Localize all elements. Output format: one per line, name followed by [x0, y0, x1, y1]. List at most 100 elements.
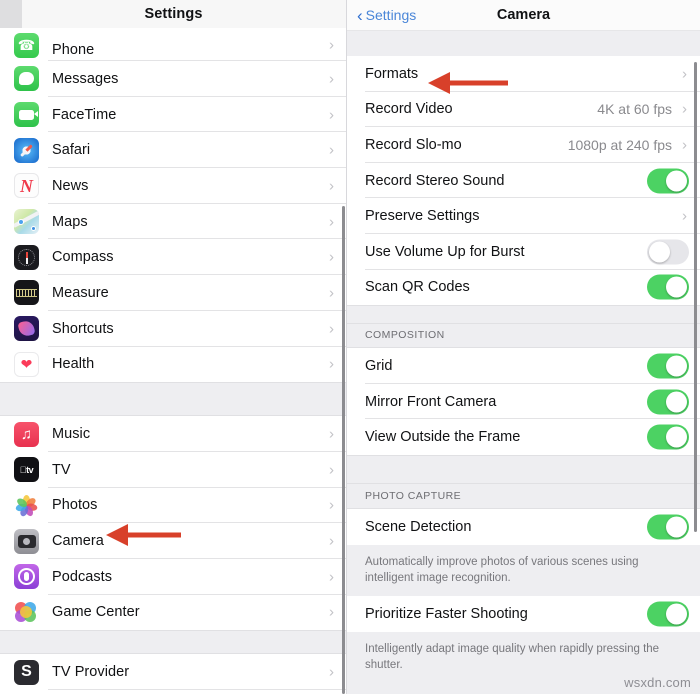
sidebar-item-label: Safari: [52, 142, 91, 159]
chevron-right-icon: ›: [329, 106, 334, 124]
chevron-right-icon: ›: [329, 320, 334, 338]
row-label: Record Video: [365, 101, 453, 118]
news-app-icon: N: [14, 173, 39, 199]
compass-app-icon: [14, 244, 39, 270]
left-panel-header: Settings: [0, 0, 347, 28]
top-spacer: [347, 31, 700, 56]
settings-row-formats[interactable]: Formats ›: [347, 56, 700, 92]
sidebar-item-label: Game Center: [52, 604, 140, 621]
maps-app-icon: [14, 209, 39, 235]
sidebar-item-label: Health: [52, 356, 95, 373]
section-header-composition: COMPOSITION: [347, 324, 700, 349]
sidebar-group-separator: [0, 382, 347, 417]
prioritize-faster-shooting-toggle[interactable]: [647, 601, 689, 627]
settings-row-preserve-settings[interactable]: Preserve Settings ›: [347, 198, 700, 234]
settings-row-prioritize-faster-shooting[interactable]: Prioritize Faster Shooting: [347, 596, 700, 632]
shortcuts-app-icon: [14, 316, 39, 342]
sidebar-item-news[interactable]: N News ›: [0, 168, 347, 204]
measure-app-icon: [14, 280, 39, 306]
sidebar-item-label: Measure: [52, 284, 109, 301]
watermark: wsxdn.com: [624, 675, 691, 690]
chevron-right-icon: ›: [682, 65, 687, 83]
sidebar-item-label: TV Provider: [52, 664, 130, 681]
sidebar-item-measure[interactable]: Measure ›: [0, 275, 347, 311]
right-panel-scrollbar[interactable]: [694, 62, 697, 532]
sidebar-item-compass[interactable]: Compass ›: [0, 239, 347, 276]
section-gap: [347, 454, 700, 484]
left-panel-scrollbar[interactable]: [342, 206, 345, 694]
chevron-right-icon: ›: [329, 532, 334, 550]
view-outside-the-frame-toggle[interactable]: [647, 424, 689, 450]
row-label: Grid: [365, 357, 393, 374]
chevron-right-icon: ›: [329, 248, 334, 266]
sidebar-item-facetime[interactable]: FaceTime ›: [0, 96, 347, 133]
sidebar-item-label: News: [52, 177, 89, 194]
sidebar-item-label: Music: [52, 426, 91, 443]
chevron-right-icon: ›: [329, 141, 334, 159]
scan-qr-codes-toggle[interactable]: [647, 274, 689, 300]
chevron-left-icon: ‹: [357, 5, 363, 25]
left-panel-scroll-area[interactable]: ☎ Phone › Messages › FaceTime › Safari ›…: [0, 28, 347, 694]
sidebar-item-camera[interactable]: Camera ›: [0, 523, 347, 559]
camera-app-icon: [14, 528, 39, 554]
phone-app-icon: ☎: [14, 33, 39, 58]
sidebar-item-tv-provider[interactable]: S TV Provider ›: [0, 654, 347, 690]
right-panel-scroll-area[interactable]: Formats › Record Video 4K at 60 fps › Re…: [347, 31, 700, 694]
tv-provider-app-icon: S: [14, 659, 39, 685]
chevron-right-icon: ›: [329, 355, 334, 373]
sidebar-item-maps[interactable]: Maps ›: [0, 203, 347, 240]
row-label: Scan QR Codes: [365, 279, 470, 296]
row-label: Record Stereo Sound: [365, 172, 505, 189]
settings-row-use-volume-up-for-burst[interactable]: Use Volume Up for Burst: [347, 233, 700, 270]
row-label: Prioritize Faster Shooting: [365, 605, 528, 622]
chevron-right-icon: ›: [329, 496, 334, 514]
settings-row-view-outside-the-frame[interactable]: View Outside the Frame: [347, 419, 700, 455]
settings-row-grid[interactable]: Grid: [347, 348, 700, 384]
settings-row-mirror-front-camera[interactable]: Mirror Front Camera: [347, 383, 700, 420]
settings-row-record-slo-mo[interactable]: Record Slo-mo 1080p at 240 fps ›: [347, 127, 700, 163]
sidebar-item-shortcuts[interactable]: Shortcuts ›: [0, 310, 347, 347]
sidebar-item-label: Messages: [52, 70, 119, 87]
scene-detection-toggle[interactable]: [647, 514, 689, 540]
header-shade-decoration: [0, 0, 22, 28]
chevron-right-icon: ›: [682, 207, 687, 225]
sidebar-item-label: Camera: [52, 533, 104, 550]
sidebar-item-label: Shortcuts: [52, 320, 114, 337]
use-volume-up-for-burst-toggle[interactable]: [647, 239, 689, 265]
back-button-label: Settings: [365, 7, 417, 23]
settings-row-record-video[interactable]: Record Video 4K at 60 fps ›: [347, 91, 700, 128]
chevron-right-icon: ›: [329, 425, 334, 443]
row-label: Record Slo-mo: [365, 136, 462, 153]
ios-settings-split-view: Settings ☎ Phone › Messages › FaceTime ›: [0, 0, 700, 694]
sidebar-item-game-center[interactable]: Game Center ›: [0, 594, 347, 631]
back-to-settings-button[interactable]: ‹ Settings: [357, 7, 416, 24]
chevron-right-icon: ›: [329, 177, 334, 195]
podcasts-app-icon: [14, 564, 39, 590]
sidebar-item-label: Compass: [52, 249, 114, 266]
sidebar-item-health[interactable]: ❤ Health ›: [0, 346, 347, 383]
sidebar-item-label: FaceTime: [52, 106, 117, 123]
sidebar-group-separator: [0, 630, 347, 655]
row-label: View Outside the Frame: [365, 429, 521, 446]
record-stereo-sound-toggle[interactable]: [647, 168, 689, 194]
camera-settings-detail-panel: ‹ Settings Camera Formats › Record Video…: [347, 0, 700, 694]
sidebar-item-safari[interactable]: Safari ›: [0, 132, 347, 169]
row-value: 4K at 60 fps: [597, 101, 672, 118]
sidebar-item-label: Podcasts: [52, 568, 113, 585]
grid-toggle[interactable]: [647, 353, 689, 379]
settings-row-record-stereo-sound[interactable]: Record Stereo Sound: [347, 162, 700, 199]
mirror-front-camera-toggle[interactable]: [647, 389, 689, 415]
game-center-app-icon: [14, 599, 39, 625]
sidebar-item-messages[interactable]: Messages ›: [0, 61, 347, 97]
sidebar-item-photos[interactable]: Photos ›: [0, 487, 347, 524]
sidebar-item-phone[interactable]: ☎ Phone ›: [0, 28, 347, 61]
safari-app-icon: [14, 137, 39, 163]
sidebar-item-music[interactable]: ♫ Music ›: [0, 416, 347, 452]
sidebar-item-label: Phone: [52, 42, 95, 58]
settings-row-scan-qr-codes[interactable]: Scan QR Codes: [347, 269, 700, 306]
sidebar-item-podcasts[interactable]: Podcasts ›: [0, 558, 347, 595]
settings-row-scene-detection[interactable]: Scene Detection: [347, 508, 700, 545]
sidebar-item-tv[interactable]: tv TV ›: [0, 451, 347, 488]
photos-app-icon: [14, 492, 39, 518]
settings-master-list-panel: Settings ☎ Phone › Messages › FaceTime ›: [0, 0, 347, 694]
